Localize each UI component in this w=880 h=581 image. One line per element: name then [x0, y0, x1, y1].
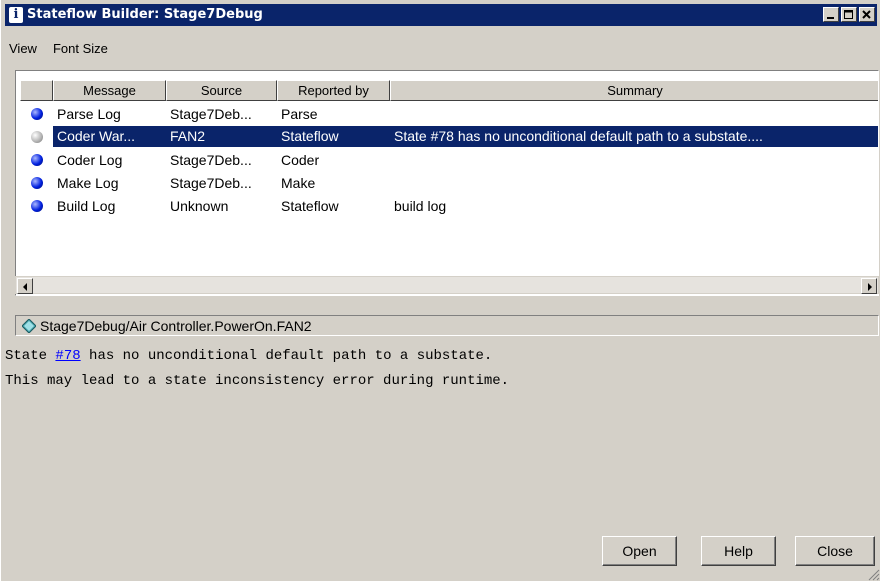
window-title: Stateflow Builder: Stage7Debug	[27, 7, 263, 22]
table-row[interactable]: Coder Log Stage7Deb... Coder	[20, 148, 878, 171]
close-dialog-button[interactable]: Close	[795, 536, 875, 566]
cell-source: FAN2	[166, 126, 277, 147]
grey-dot-icon	[30, 130, 43, 143]
detail-text: has no unconditional default path to a s…	[80, 348, 493, 364]
cell-source: Stage7Deb...	[170, 174, 252, 191]
cell-source: Stage7Deb...	[170, 105, 252, 122]
blue-dot-icon	[30, 153, 43, 166]
minimize-icon	[827, 17, 834, 19]
state-link[interactable]: #78	[55, 348, 80, 364]
table-row[interactable]: Build Log Unknown Stateflow build log	[20, 194, 878, 217]
close-icon	[862, 10, 871, 19]
info-icon: i	[9, 7, 23, 23]
column-header-message[interactable]: Message	[53, 80, 166, 101]
cell-reported-by: Make	[281, 174, 316, 191]
blue-dot-icon	[30, 199, 43, 212]
cell-summary: State #78 has no unconditional default p…	[390, 126, 878, 147]
cell-message: Parse Log	[57, 105, 121, 122]
menu-bar: View Font Size	[5, 38, 120, 60]
minimize-button[interactable]	[823, 7, 839, 22]
column-header-summary[interactable]: Summary	[390, 80, 878, 101]
menu-view[interactable]: View	[9, 41, 37, 56]
cell-message: Coder Log	[57, 151, 123, 168]
detail-text: State	[5, 348, 56, 364]
cell-reported-by: Stateflow	[277, 126, 390, 147]
message-table: Message Source Reported by Summary Parse…	[15, 70, 879, 296]
maximize-icon	[844, 10, 853, 19]
resize-grip-icon[interactable]	[866, 567, 880, 581]
detail-text: This may lead to a state inconsistency e…	[5, 373, 510, 389]
horizontal-scrollbar[interactable]	[15, 276, 879, 294]
cell-reported-by: Coder	[281, 151, 320, 168]
cell-reported-by: Parse	[281, 105, 318, 122]
column-header-reported-by[interactable]: Reported by	[277, 80, 390, 101]
arrow-right-icon	[868, 283, 872, 291]
table-row-selected[interactable]: Coder War... FAN2 Stateflow State #78 ha…	[20, 125, 878, 148]
cell-summary: build log	[394, 197, 447, 214]
column-header-icon[interactable]	[20, 80, 53, 101]
arrow-left-icon	[23, 283, 27, 291]
table-header: Message Source Reported by Summary	[20, 80, 878, 101]
stateflow-builder-window: i Stateflow Builder: Stage7Debug View Fon…	[0, 0, 880, 581]
cell-reported-by: Stateflow	[281, 197, 339, 214]
state-diamond-icon	[22, 318, 36, 333]
cell-source: Unknown	[170, 197, 229, 214]
close-button[interactable]	[859, 7, 875, 22]
cell-message: Build Log	[57, 197, 116, 214]
column-header-source[interactable]: Source	[166, 80, 277, 101]
help-button[interactable]: Help	[701, 536, 776, 566]
object-path-bar: Stage7Debug/Air Controller.PowerOn.FAN2	[15, 315, 879, 336]
table-row[interactable]: Make Log Stage7Deb... Make	[20, 171, 878, 194]
blue-dot-icon	[30, 107, 43, 120]
table-row[interactable]: Parse Log Stage7Deb... Parse	[20, 102, 878, 125]
object-path-link[interactable]: Stage7Debug/Air Controller.PowerOn.FAN2	[40, 318, 312, 334]
maximize-button[interactable]	[841, 7, 857, 22]
title-bar[interactable]: i Stateflow Builder: Stage7Debug	[5, 4, 877, 26]
cell-source: Stage7Deb...	[170, 151, 252, 168]
open-button[interactable]: Open	[602, 536, 677, 566]
message-details: State #78 has no unconditional default p…	[5, 344, 509, 394]
menu-font-size[interactable]: Font Size	[53, 41, 108, 56]
scroll-right-button[interactable]	[861, 278, 877, 294]
cell-message: Coder War...	[53, 126, 166, 147]
blue-dot-icon	[30, 176, 43, 189]
cell-message: Make Log	[57, 174, 119, 191]
scroll-left-button[interactable]	[17, 278, 33, 294]
